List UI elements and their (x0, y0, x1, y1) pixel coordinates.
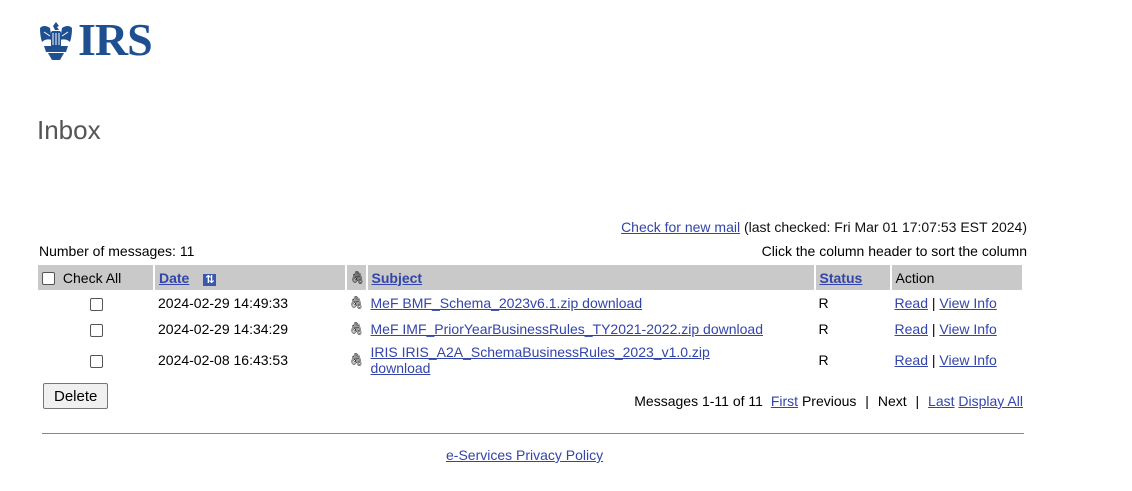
paperclip-icon: 🖇 (349, 352, 363, 367)
sort-arrows-icon[interactable]: ⇅ (203, 273, 217, 286)
irs-logo: IRS (36, 14, 153, 66)
first-page-link[interactable]: First (771, 393, 798, 409)
row-actions: Read | View Info (891, 290, 1023, 316)
row-date: 2024-02-29 14:49:33 (158, 295, 288, 311)
paperclip-icon: 🖇 (349, 295, 363, 310)
pagination: Messages 1-11 of 11 First Previous | Nex… (634, 393, 1023, 409)
read-link[interactable]: Read (895, 295, 928, 311)
view-info-link[interactable]: View Info (939, 352, 996, 368)
subject-link[interactable]: MeF BMF_Schema_2023v6.1.zip download (371, 295, 643, 311)
table-header-row: Check All Date ⇅ 🖇 Subject Status Action (38, 265, 1025, 290)
read-link[interactable]: Read (895, 352, 928, 368)
message-range: Messages 1-11 of 11 (634, 393, 763, 409)
row-date: 2024-02-08 16:43:53 (158, 352, 288, 368)
view-info-link[interactable]: View Info (939, 321, 996, 337)
row-checkbox[interactable] (89, 323, 103, 337)
date-header: Date ⇅ (154, 265, 347, 290)
action-header: Action (890, 265, 1025, 290)
page-title: Inbox (37, 115, 101, 145)
row-actions: Read | View Info (891, 342, 1023, 378)
paperclip-icon: 🖇 (350, 269, 364, 285)
paperclip-icon: 🖇 (349, 321, 363, 336)
check-new-mail-link[interactable]: Check for new mail (621, 219, 740, 235)
subject-link[interactable]: IRIS IRIS_A2A_SchemaBusinessRules_2023_v… (371, 344, 751, 376)
table-row: 2024-02-29 14:34:29 🖇 MeF IMF_PriorYearB… (38, 316, 1023, 342)
check-mail-line: Check for new mail (last checked: Fri Ma… (621, 219, 1027, 235)
footer-divider (42, 433, 1024, 434)
check-all-checkbox[interactable] (42, 272, 55, 286)
status-header: Status (814, 265, 892, 290)
subject-link[interactable]: MeF IMF_PriorYearBusinessRules_TY2021-20… (371, 321, 763, 337)
delete-button[interactable]: Delete (43, 383, 109, 409)
subject-header: Subject (366, 265, 816, 290)
row-checkbox[interactable] (89, 354, 103, 368)
message-count: Number of messages: 11 (39, 243, 195, 259)
display-all-link[interactable]: Display All (958, 393, 1023, 409)
pager-separator: | (915, 393, 920, 409)
eagle-emblem-icon (40, 22, 72, 60)
next-label: Next (877, 393, 907, 409)
attachment-header: 🖇 (346, 265, 368, 290)
read-link[interactable]: Read (895, 321, 928, 337)
check-all-header: Check All (38, 265, 155, 290)
pager-separator: | (865, 393, 869, 409)
subject-sort-link[interactable]: Subject (372, 270, 423, 286)
view-info-link[interactable]: View Info (939, 295, 996, 311)
check-all-label: Check All (62, 269, 122, 286)
row-status: R (818, 295, 829, 311)
table-row: 2024-02-08 16:43:53 🖇 IRIS IRIS_A2A_Sche… (38, 342, 1023, 378)
row-status: R (818, 321, 829, 337)
row-checkbox[interactable] (89, 297, 103, 311)
sort-hint: Click the column header to sort the colu… (761, 243, 1027, 259)
logo-text: IRS (78, 14, 153, 65)
status-sort-link[interactable]: Status (820, 270, 863, 286)
row-status: R (818, 352, 829, 368)
table-row: 2024-02-29 14:49:33 🖇 MeF BMF_Schema_202… (38, 290, 1023, 316)
privacy-policy-link[interactable]: e-Services Privacy Policy (446, 447, 603, 463)
inbox-table: Check All Date ⇅ 🖇 Subject Status Action… (38, 265, 1025, 378)
action-separator: | (931, 352, 936, 368)
row-actions: Read | View Info (891, 316, 1023, 342)
previous-label: Previous (801, 393, 857, 409)
action-separator: | (931, 295, 936, 311)
row-date: 2024-02-29 14:34:29 (158, 321, 288, 337)
date-sort-link[interactable]: Date (159, 270, 189, 286)
last-page-link[interactable]: Last (928, 393, 954, 409)
action-separator: | (931, 321, 936, 337)
last-checked-text: (last checked: Fri Mar 01 17:07:53 EST 2… (744, 219, 1027, 235)
